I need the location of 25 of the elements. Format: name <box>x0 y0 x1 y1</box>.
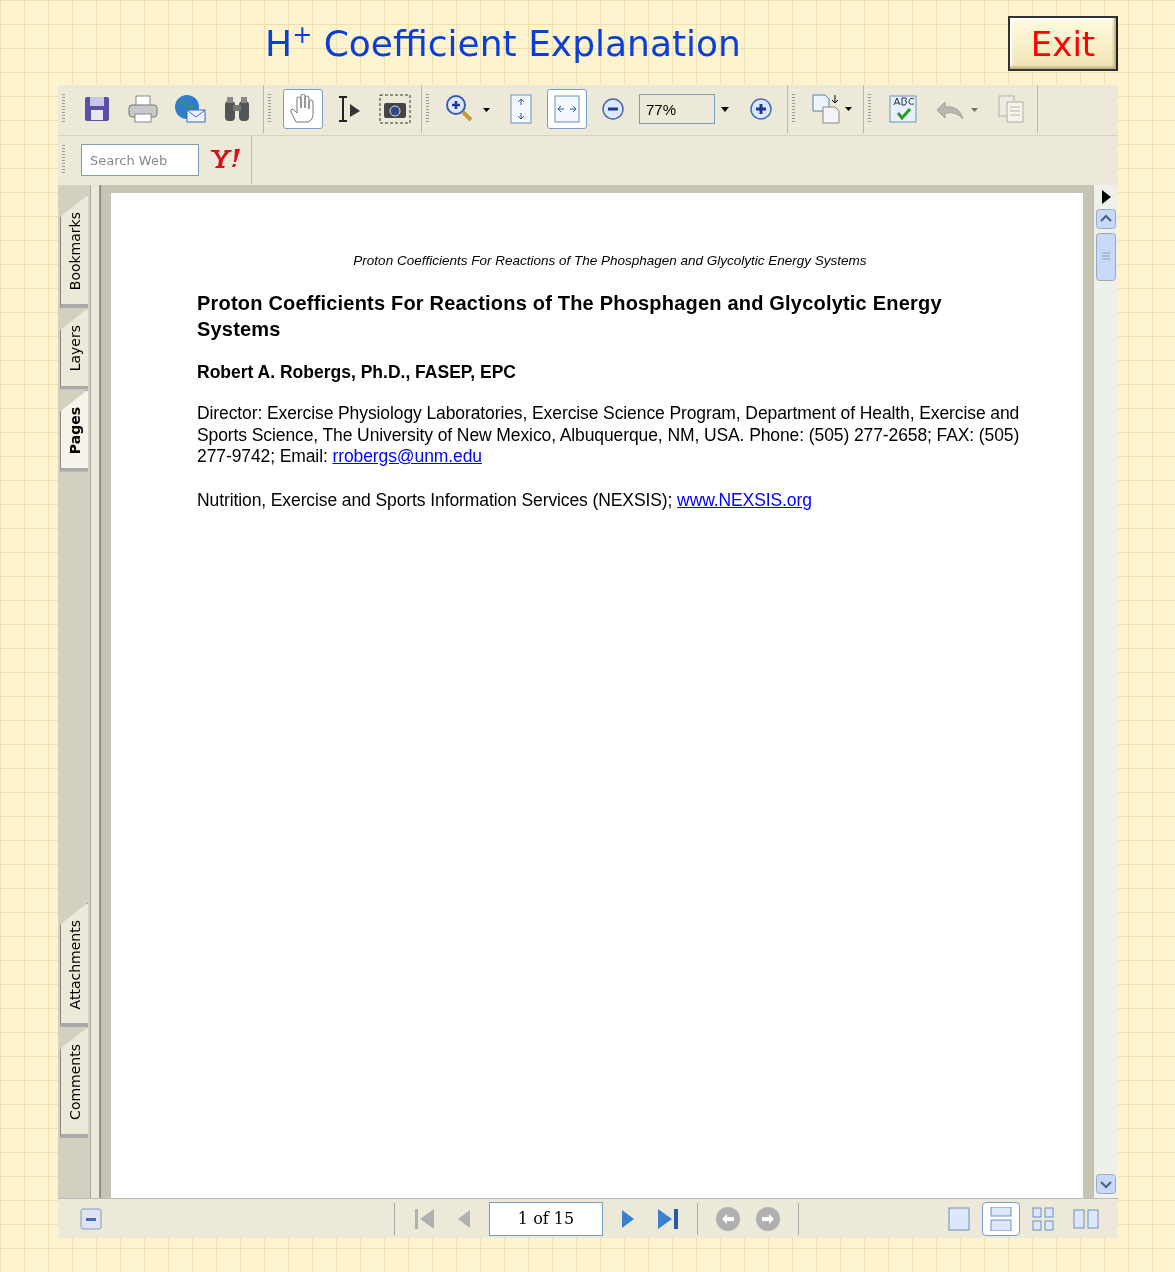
side-tab[interactable]: Bookmarks <box>60 195 88 309</box>
document-heading: Proton Coefficients For Reactions of The Phosphagen and Glycolytic Energy Systems <box>197 291 943 342</box>
continuous-page-icon[interactable] <box>982 1201 1020 1236</box>
scroll-down-icon[interactable] <box>1096 1174 1116 1194</box>
side-tab[interactable]: Pages <box>60 389 88 472</box>
search-field[interactable]: Search Web <box>81 144 199 176</box>
caret-icon[interactable] <box>721 106 729 112</box>
options-arrow-icon[interactable] <box>1100 189 1112 205</box>
link[interactable]: rrobergs@unm.edu <box>332 446 482 466</box>
side-tab[interactable]: Layers <box>60 308 88 390</box>
scroll-thumb[interactable] <box>1096 233 1116 281</box>
paragraph: Nutrition, Exercise and Sports Information Services (NEXSIS); www.NEXSIS.org <box>197 489 813 511</box>
running-header: Proton Coefficients For Reactions of The Phosphagen and Glycolytic Energy Systems <box>352 253 868 268</box>
page-title: H$^{+}$ Coefficient Explanation <box>264 21 742 64</box>
zoom-field[interactable]: 77% <box>639 94 715 124</box>
side-tab[interactable]: Comments <box>60 1027 88 1138</box>
author-line: Robert A. Robergs, Ph.D., FASEP, EPC <box>197 362 517 383</box>
page-number-field[interactable]: 1 of 15 <box>489 1201 603 1236</box>
link[interactable]: www.NEXSIS.org <box>677 489 812 510</box>
fit-width-icon[interactable] <box>547 89 587 129</box>
panel-splitter[interactable] <box>90 185 100 1198</box>
hand-icon[interactable] <box>283 89 323 129</box>
side-tab[interactable]: Attachments <box>60 902 88 1028</box>
scroll-up-icon[interactable] <box>1096 209 1116 229</box>
paragraph: Director: Exercise Physiology Laboratories, Exercise Science Program, Department of Health, Exercise and Sports Science, The University of New Mexico, Albuquerque, NM, USA. Phone: (505) 277-2658; FAX: (505) 277-9742; Email: rrobergs@unm.edu <box>197 403 1021 468</box>
